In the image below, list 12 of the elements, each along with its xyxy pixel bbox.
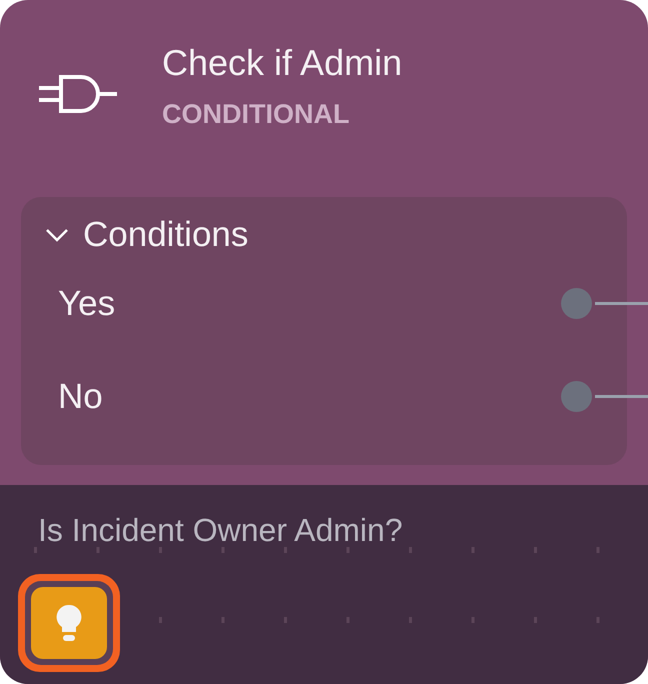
condition-label: No <box>58 376 104 418</box>
lightbulb-icon <box>56 604 82 642</box>
conditions-toggle[interactable]: Conditions <box>21 197 248 257</box>
logic-gate-icon <box>37 75 119 113</box>
hint-button[interactable] <box>18 574 120 672</box>
node-description: Is Incident Owner Admin? <box>37 511 403 550</box>
output-port[interactable] <box>561 288 592 319</box>
condition-label: Yes <box>58 282 116 324</box>
output-port[interactable] <box>561 381 592 412</box>
node-type-label: CONDITIONAL <box>162 98 350 130</box>
node-title: Check if Admin <box>162 42 402 84</box>
chevron-icon <box>45 228 69 242</box>
